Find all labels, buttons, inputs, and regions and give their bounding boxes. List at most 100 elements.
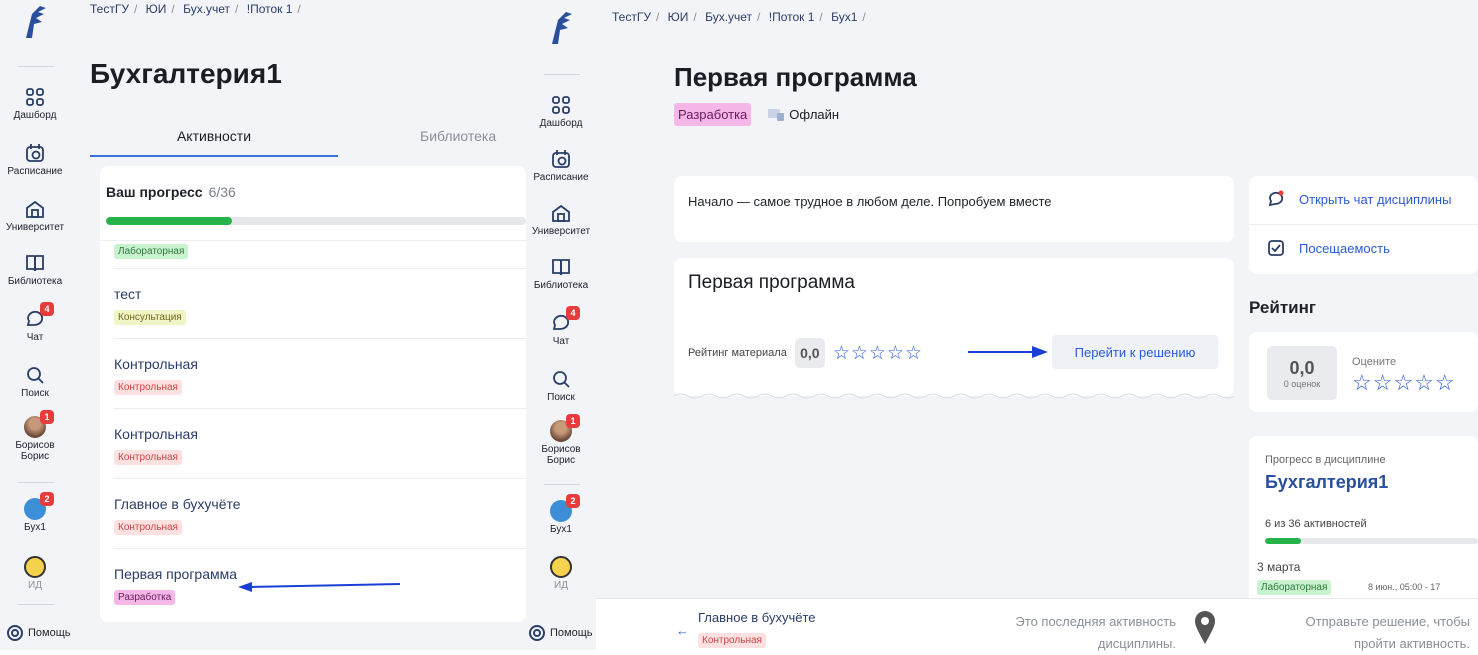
type-tag: Разработка: [674, 103, 752, 126]
sidebar-item-label: ИД: [554, 580, 568, 591]
activity-tag: Контрольная: [114, 520, 182, 535]
submit-note-line: пройти активность.: [1353, 636, 1470, 651]
activity-footer: ← Главное в бухучёте Контрольная Это пос…: [596, 598, 1478, 651]
help-label: Помощь: [28, 627, 71, 639]
attendance-link[interactable]: Посещаемость: [1267, 239, 1390, 257]
mode-label: Офлайн: [789, 107, 840, 122]
sidebar-item-label: Поиск: [547, 392, 575, 403]
demo-icon: [550, 556, 572, 578]
sidebar-item-profile[interactable]: 1 Борисов Борис: [0, 410, 70, 462]
list-item[interactable]: тест Консультация: [114, 286, 186, 325]
sidebar-item-id[interactable]: ИД: [526, 556, 596, 591]
go-to-solution-button[interactable]: Перейти к решению: [1052, 335, 1218, 369]
sidebar-item-dashboard[interactable]: Дашборд: [0, 86, 70, 121]
activity-title: Первая программа: [114, 566, 238, 582]
mode-indicator: Офлайн: [767, 107, 839, 122]
sidebar-item-chat[interactable]: 4 Чат: [0, 302, 70, 343]
sidebar-item-search[interactable]: Поиск: [0, 364, 70, 399]
sidebar-item-search[interactable]: Поиск: [526, 368, 596, 403]
breadcrumb-item[interactable]: ТестГУ: [612, 10, 651, 24]
list-item[interactable]: Лабораторная: [114, 236, 189, 259]
course-progress-title[interactable]: Бухгалтерия1: [1265, 472, 1388, 493]
course-rating-stars[interactable]: ☆☆☆☆☆: [1352, 370, 1456, 396]
list-item[interactable]: Первая программа Разработка: [114, 566, 237, 605]
course-progress-card: Прогресс в дисциплине Бухгалтерия1 6 из …: [1249, 436, 1478, 604]
help-button[interactable]: Помощь: [528, 624, 593, 642]
breadcrumb-item[interactable]: ЮИ: [146, 2, 167, 16]
breadcrumb-item[interactable]: !Поток 1: [769, 10, 815, 24]
sidebar-item-label: Борисов Борис: [15, 440, 55, 462]
activity-tag: Контрольная: [114, 380, 182, 395]
sidebar-item-schedule[interactable]: Расписание: [526, 148, 596, 183]
logo-icon[interactable]: [0, 4, 70, 45]
calendar-icon: [550, 148, 572, 170]
open-chat-label: Открыть чат дисциплины: [1299, 191, 1452, 207]
tab-library[interactable]: Библиотека: [420, 128, 496, 144]
sidebar-item-dashboard[interactable]: Дашборд: [526, 94, 596, 129]
torn-edge: [674, 393, 1234, 399]
left-screen: Дашборд Расписание Университет Библиотек…: [0, 0, 526, 650]
material-card: Первая программа Рейтинг материала 0,0 ☆…: [674, 258, 1234, 399]
prev-activity-tag: Контрольная: [698, 633, 766, 648]
annotation-arrow-icon: [968, 346, 1048, 358]
activity-title: тест: [114, 286, 142, 302]
monitor-icon: [768, 108, 785, 121]
back-arrow-icon[interactable]: ←: [676, 623, 689, 638]
university-icon: [24, 198, 46, 220]
sidebar-item-course[interactable]: 2 Бух1: [0, 492, 70, 533]
breadcrumb-item[interactable]: ТестГУ: [90, 2, 129, 16]
sidebar-item-library[interactable]: Библиотека: [526, 256, 596, 291]
rate-label: Оцените: [1352, 356, 1397, 368]
activity-tag: Контрольная: [114, 450, 182, 465]
page-title: Бухгалтерия1: [90, 58, 282, 89]
sidebar-item-label: Библиотека: [7, 276, 63, 287]
rating-label: Рейтинг материала: [688, 347, 787, 359]
breadcrumb-item[interactable]: Бух1: [831, 10, 857, 24]
activity-title: Контрольная: [114, 356, 198, 372]
list-item[interactable]: Контрольная Контрольная: [114, 426, 198, 465]
sidebar-item-label: Чат: [552, 336, 570, 347]
sidebar-item-label: Борисов Борис: [541, 444, 581, 466]
activity-tags: Разработка Офлайн: [674, 103, 839, 126]
activity-title: Главное в бухучёте: [114, 496, 241, 512]
attendance-label: Посещаемость: [1299, 240, 1390, 256]
help-button[interactable]: Помощь: [6, 624, 71, 642]
course-progress-bar: [1265, 538, 1478, 544]
book-icon: [24, 252, 46, 274]
open-chat-link[interactable]: Открыть чат дисциплины: [1267, 190, 1451, 208]
sidebar-item-chat[interactable]: 4 Чат: [526, 306, 596, 347]
progress-label: Ваш прогресс: [106, 184, 203, 200]
breadcrumb-item[interactable]: ЮИ: [668, 10, 689, 24]
university-icon: [550, 202, 572, 224]
breadcrumb: ТестГУ / ЮИ / Бух.учет / !Поток 1/: [90, 2, 301, 16]
list-item[interactable]: Контрольная Контрольная: [114, 356, 198, 395]
sidebar-item-label: Библиотека: [533, 280, 589, 291]
sidebar-item-profile[interactable]: 1 Борисов Борис: [526, 414, 596, 466]
next-time: 8 июн., 05:00 - 17: [1368, 582, 1441, 592]
sidebar-item-schedule[interactable]: Расписание: [0, 142, 70, 177]
course-badge: 2: [40, 492, 54, 506]
sidebar-item-library[interactable]: Библиотека: [0, 252, 70, 287]
logo-icon[interactable]: [526, 10, 596, 51]
breadcrumb-item[interactable]: !Поток 1: [247, 2, 293, 16]
list-item[interactable]: Главное в бухучёте Контрольная: [114, 496, 241, 535]
annotation-arrow-icon: [238, 582, 401, 592]
page-title: Первая программа: [674, 62, 917, 92]
sidebar-item-id[interactable]: ИД: [0, 556, 70, 591]
sidebar-item-course[interactable]: 2 Бух1: [526, 494, 596, 535]
sidebar-item-label: Бух1: [550, 524, 572, 535]
sidebar-item-university[interactable]: Университет: [0, 198, 70, 233]
breadcrumb-item[interactable]: Бух.учет: [705, 10, 752, 24]
sidebar-item-label: Чат: [26, 332, 44, 343]
prev-activity-link[interactable]: Главное в бухучёте: [698, 610, 816, 625]
activity-title: Контрольная: [114, 426, 198, 442]
tab-activities[interactable]: Активности: [90, 128, 338, 157]
progress-bar: [106, 217, 526, 225]
course-rating-count: 0 оценок: [1283, 378, 1321, 389]
sidebar-item-university[interactable]: Университет: [526, 202, 596, 237]
rating-stars[interactable]: ☆☆☆☆☆: [833, 342, 923, 365]
breadcrumb-item[interactable]: Бух.учет: [183, 2, 230, 16]
chat-badge: 4: [566, 306, 580, 320]
sidebar-item-label: Поиск: [21, 388, 49, 399]
lifebuoy-icon: [529, 625, 545, 641]
